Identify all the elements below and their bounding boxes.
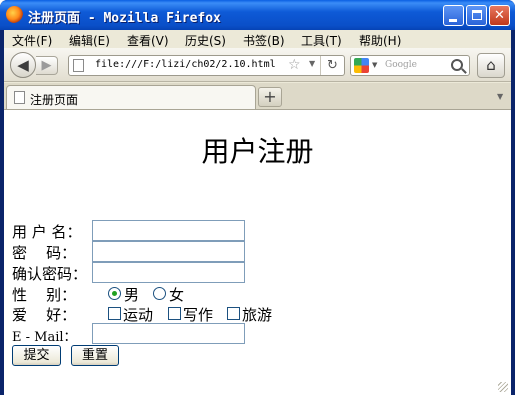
firefox-logo-icon bbox=[6, 6, 23, 23]
new-tab-button[interactable]: + bbox=[258, 87, 282, 107]
menu-bar: 文件(F) 编辑(E) 查看(V) 历史(S) 书签(B) 工具(T) 帮助(H… bbox=[4, 30, 511, 48]
menu-help[interactable]: 帮助(H) bbox=[359, 32, 401, 49]
hobby-label: 爱 好： bbox=[12, 306, 77, 324]
url-text[interactable]: file:///F:/lizi/ch02/2.10.html bbox=[95, 59, 276, 70]
arrow-right-icon: ▶ bbox=[41, 58, 52, 73]
confirm-password-input[interactable] bbox=[92, 262, 245, 283]
submit-button[interactable]: 提交 bbox=[12, 345, 61, 366]
gender-male-radio[interactable] bbox=[108, 287, 121, 300]
search-bar[interactable]: ▼ Google bbox=[350, 55, 470, 76]
back-button[interactable]: ◀ bbox=[10, 52, 36, 78]
gender-row: 性 别： 男 女 bbox=[12, 283, 312, 305]
email-input[interactable] bbox=[92, 323, 245, 344]
url-bar[interactable]: file:///F:/lizi/ch02/2.10.html ☆ ▼ ↻ bbox=[68, 55, 345, 76]
hobby-travel-label[interactable]: 旅游 bbox=[242, 304, 272, 325]
menu-edit[interactable]: 编辑(E) bbox=[69, 32, 110, 49]
confirm-password-label: 确认密码： bbox=[12, 265, 88, 283]
navigation-toolbar: ◀ ▶ file:///F:/lizi/ch02/2.10.html ☆ ▼ ↻… bbox=[4, 48, 511, 82]
close-button[interactable]: ✕ bbox=[489, 5, 510, 26]
search-placeholder[interactable]: Google bbox=[385, 60, 417, 70]
reset-button[interactable]: 重置 bbox=[71, 345, 119, 366]
minimize-icon bbox=[449, 19, 457, 22]
email-label: E - Mail： bbox=[12, 330, 77, 345]
home-icon: ⌂ bbox=[486, 56, 496, 74]
home-button[interactable]: ⌂ bbox=[477, 53, 505, 78]
menu-file[interactable]: 文件(F) bbox=[12, 32, 52, 49]
search-icon[interactable] bbox=[451, 59, 463, 71]
page-icon bbox=[14, 91, 25, 104]
tab-list-dropdown-icon[interactable]: ▼ bbox=[497, 92, 503, 101]
username-label: 用 户 名： bbox=[12, 223, 82, 241]
gender-female-radio[interactable] bbox=[153, 287, 166, 300]
menu-history[interactable]: 历史(S) bbox=[185, 32, 226, 49]
menu-tools[interactable]: 工具(T) bbox=[301, 32, 342, 49]
gender-female-label[interactable]: 女 bbox=[169, 284, 184, 305]
password-input[interactable] bbox=[92, 241, 245, 262]
browser-client-area: 文件(F) 编辑(E) 查看(V) 历史(S) 书签(B) 工具(T) 帮助(H… bbox=[4, 30, 511, 395]
maximize-icon bbox=[472, 10, 482, 20]
gender-male-label[interactable]: 男 bbox=[124, 284, 139, 305]
browser-window: 注册页面 - Mozilla Firefox ✕ 文件(F) 编辑(E) 查看(… bbox=[0, 0, 515, 395]
menu-bookmarks[interactable]: 书签(B) bbox=[243, 32, 285, 49]
resize-grip[interactable] bbox=[498, 382, 508, 392]
tab-register-page[interactable]: 注册页面 bbox=[6, 85, 256, 110]
reload-icon: ↻ bbox=[327, 58, 338, 73]
page-content: 用户注册 用 户 名： 密 码： 确认密码： 性 别： 男 女 爱 好： 运动 … bbox=[4, 109, 511, 395]
tab-strip: 注册页面 + ▼ bbox=[4, 83, 511, 110]
url-history-dropdown-icon[interactable]: ▼ bbox=[309, 59, 315, 68]
bookmark-star-icon[interactable]: ☆ bbox=[288, 57, 301, 73]
hobby-sport-label[interactable]: 运动 bbox=[123, 304, 153, 325]
reload-button[interactable]: ↻ bbox=[320, 56, 344, 75]
hobby-travel-checkbox[interactable] bbox=[227, 307, 240, 320]
password-label: 密 码： bbox=[12, 244, 77, 262]
page-icon bbox=[73, 59, 84, 72]
hobby-row: 爱 好： 运动 写作 旅游 bbox=[12, 303, 332, 325]
google-icon[interactable] bbox=[354, 58, 369, 73]
hobby-writing-checkbox[interactable] bbox=[168, 307, 181, 320]
hobby-writing-label[interactable]: 写作 bbox=[183, 304, 213, 325]
forward-button[interactable]: ▶ bbox=[36, 56, 58, 75]
minimize-button[interactable] bbox=[443, 5, 464, 26]
search-engine-dropdown-icon[interactable]: ▼ bbox=[372, 61, 377, 69]
username-input[interactable] bbox=[92, 220, 245, 241]
page-title: 用户注册 bbox=[201, 135, 314, 168]
hobby-sport-checkbox[interactable] bbox=[108, 307, 121, 320]
button-row: 提交 重置 bbox=[12, 345, 212, 366]
window-title: 注册页面 - Mozilla Firefox bbox=[28, 11, 221, 26]
tab-label: 注册页面 bbox=[30, 93, 79, 107]
arrow-left-icon: ◀ bbox=[17, 56, 29, 74]
menu-view[interactable]: 查看(V) bbox=[127, 32, 169, 49]
plus-icon: + bbox=[263, 87, 277, 106]
gender-label: 性 别： bbox=[12, 286, 77, 304]
title-bar[interactable]: 注册页面 - Mozilla Firefox ✕ bbox=[0, 0, 515, 30]
maximize-button[interactable] bbox=[466, 5, 487, 26]
